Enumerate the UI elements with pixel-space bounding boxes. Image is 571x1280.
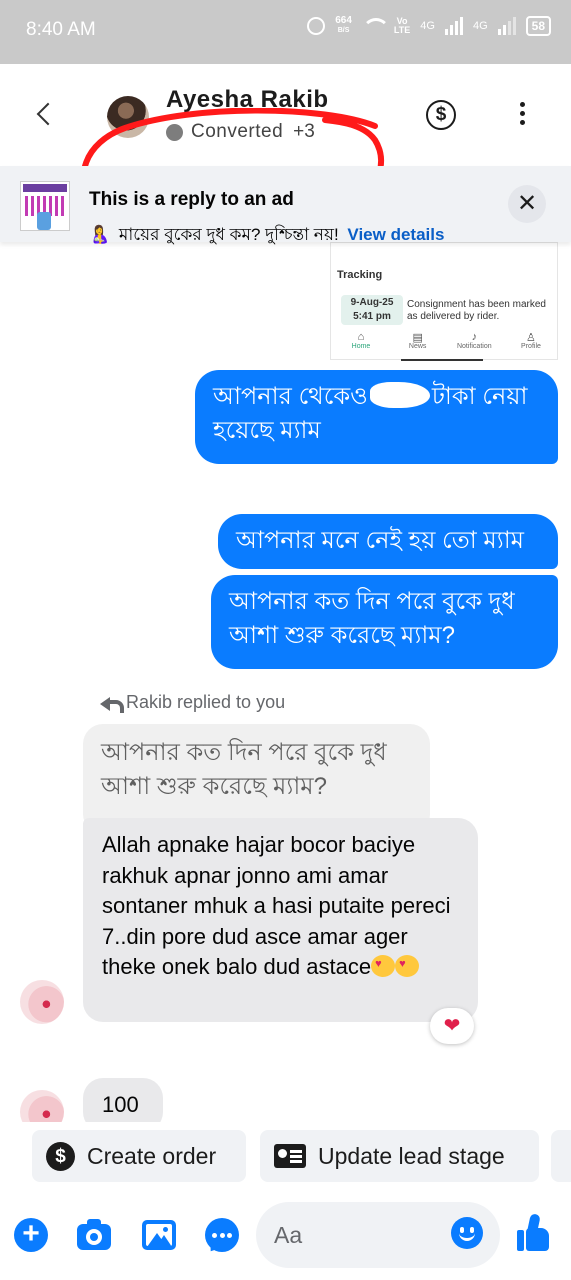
create-order-button[interactable]: $ Create order (32, 1130, 246, 1182)
screenshot-nav-home: ⌂ Home (337, 331, 385, 350)
ad-banner-text: মায়ের বুকের দুধ কম? দুশ্চিন্তা নয়! (118, 225, 339, 244)
message-text-before: আপনার থেকেও (213, 383, 368, 410)
smiling-face-hearts-emoji-icon (371, 955, 396, 977)
screenshot-title: Tracking (337, 269, 383, 281)
smiling-face-hearts-emoji-icon (395, 955, 420, 977)
saved-replies-icon[interactable] (205, 1218, 239, 1252)
quick-actions-bar: $ Create order Update lead stage (0, 1122, 571, 1194)
contact-name[interactable]: Ayesha Rakib (166, 86, 329, 114)
thumbs-up-icon[interactable] (515, 1213, 551, 1254)
network-type-2: 4G (472, 20, 488, 32)
camera-icon[interactable] (77, 1218, 111, 1252)
screenshot-date-badge: 9-Aug-25 5:41 pm (341, 295, 403, 325)
signal-icon-2 (497, 17, 516, 35)
heart-reaction-icon[interactable]: ❤ (430, 1008, 474, 1044)
update-lead-stage-label: Update lead stage (318, 1142, 505, 1169)
screenshot-nav-indicator (401, 359, 483, 361)
plus-icon[interactable]: + (14, 1218, 48, 1252)
payment-dollar-icon[interactable]: $ (426, 100, 456, 130)
emoji-icon[interactable] (451, 1217, 483, 1249)
message-input-placeholder: Aa (274, 1222, 303, 1248)
message-list[interactable]: Tracking 9-Aug-25 5:41 pm Consignment ha… (0, 242, 571, 1122)
contact-avatar-small[interactable] (20, 980, 64, 1024)
mother-baby-emoji-icon: 🤱 (89, 225, 111, 244)
network-speed: 664 B/S (335, 16, 352, 36)
profile-icon: ♙ (526, 332, 536, 344)
redaction-scribble (369, 382, 430, 408)
battery-level: 58 (531, 19, 545, 33)
volte-indicator: Vo LTE (394, 17, 410, 35)
ad-banner-text-row: 🤱 মায়ের বুকের দুধ কম? দুশ্চিন্তা নয়! V… (89, 222, 444, 250)
network-type-1: 4G (420, 20, 435, 32)
ad-reply-banner: This is a reply to an ad 🤱 মায়ের বুকের … (0, 166, 571, 244)
status-time: 8:40 AM (26, 19, 96, 40)
screenshot-time: 5:41 pm (353, 311, 391, 322)
wifi-icon (361, 18, 390, 34)
status-dot-icon (166, 123, 183, 141)
screenshot-nav-profile: ♙ Profile (507, 331, 555, 350)
reply-indicator: Rakib replied to you (100, 692, 285, 713)
contact-avatar-small[interactable] (20, 1090, 64, 1122)
view-details-link[interactable]: View details (347, 225, 444, 244)
signal-icon (444, 17, 463, 35)
gallery-icon[interactable] (142, 1218, 176, 1252)
messenger-chat-screen: 8:40 AM 664 B/S Vo LTE 4G 4G 58 Ayesha R… (0, 0, 571, 1280)
incoming-message[interactable]: Allah apnake hajar bocor baciye rakhuk a… (83, 818, 478, 1022)
screenshot-note: Consignment has been marked as delivered… (407, 299, 546, 322)
bell-icon: ♪ (471, 331, 478, 343)
outgoing-message[interactable]: আপনার মনে নেই হয় তো ম্যাম (218, 514, 558, 569)
more-options-icon[interactable] (512, 102, 532, 132)
network-speed-unit: B/S (337, 27, 350, 34)
shared-screenshot-image[interactable]: Tracking 9-Aug-25 5:41 pm Consignment ha… (330, 242, 558, 361)
reply-indicator-text: Rakib replied to you (126, 692, 286, 712)
more-actions-button[interactable] (551, 1130, 571, 1182)
dollar-icon: $ (46, 1141, 75, 1171)
news-icon: ▤ (412, 332, 423, 344)
status-bar: 8:40 AM 664 B/S Vo LTE 4G 4G 58 (0, 0, 571, 64)
screenshot-nav-notification: ♪ Notification (450, 331, 498, 350)
chat-header: Ayesha Rakib Converted +3 $ (0, 64, 571, 232)
lead-status-label: Converted (191, 121, 284, 142)
ad-thumbnail[interactable] (20, 181, 70, 231)
create-order-label: Create order (87, 1142, 217, 1169)
outgoing-message[interactable]: আপনার কত দিন পরে বুকে দুধ আশা শুরু করেছে… (211, 575, 558, 669)
incoming-message[interactable]: 100 (83, 1078, 163, 1122)
screenshot-nav: ⌂ Home ▤ News ♪ Notification ♙ Profile (337, 331, 555, 350)
home-icon: ⌂ (357, 331, 365, 343)
contact-card-icon (274, 1144, 306, 1168)
screenshot-date: 9-Aug-25 (350, 297, 394, 308)
reply-arrow-icon (100, 695, 124, 713)
ad-banner-title: This is a reply to an ad (89, 189, 294, 210)
lead-status-extra: +3 (293, 121, 315, 142)
close-icon[interactable]: ✕ (508, 185, 546, 223)
battery-icon: 58 (525, 16, 551, 36)
back-arrow-icon[interactable] (30, 94, 60, 134)
status-icons: 664 B/S Vo LTE 4G 4G 58 (307, 16, 551, 36)
screenshot-nav-news: ▤ News (394, 331, 442, 350)
update-lead-stage-button[interactable]: Update lead stage (260, 1130, 539, 1182)
outgoing-message[interactable]: আপনার থেকেও টাকা নেয়া হয়েছে ম্যাম (195, 370, 558, 464)
alarm-icon (307, 17, 326, 35)
volte-bottom: LTE (393, 25, 411, 35)
lead-status[interactable]: Converted +3 (166, 121, 315, 143)
message-composer: + Aa (0, 1194, 571, 1280)
contact-avatar[interactable] (107, 96, 149, 138)
network-speed-value: 664 (335, 15, 352, 26)
